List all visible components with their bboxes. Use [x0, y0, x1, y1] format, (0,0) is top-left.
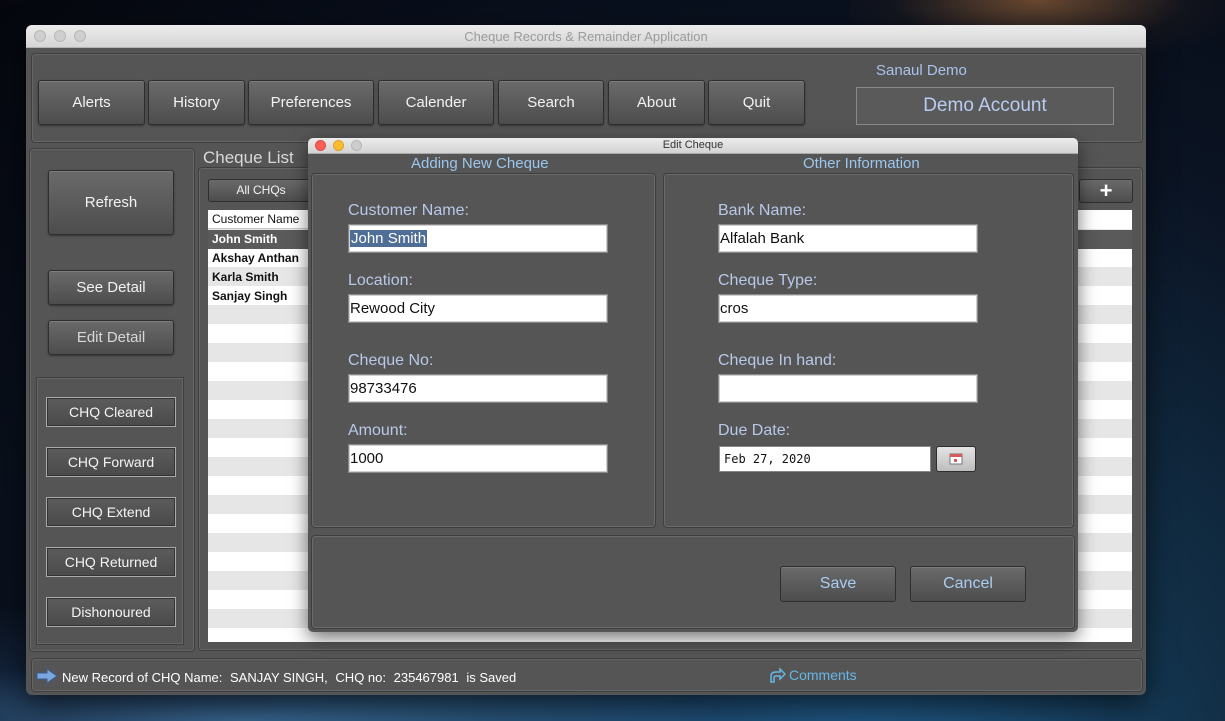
comments-link[interactable]: Comments [768, 667, 857, 685]
quit-label: Quit [742, 94, 771, 111]
dishonoured-button[interactable]: Dishonoured [46, 597, 176, 627]
location-label: Location: [348, 272, 413, 289]
search-label: Search [527, 94, 575, 111]
save-button[interactable]: Save [780, 566, 896, 602]
about-button[interactable]: About [608, 80, 705, 125]
status-cheque-name: SANJAY SINGH, [230, 670, 328, 685]
quit-button[interactable]: Quit [708, 80, 805, 125]
about-label: About [636, 94, 677, 111]
dialog-titlebar: Edit Cheque [308, 138, 1078, 154]
cheque-no-field[interactable]: 98733476 [348, 374, 608, 403]
alerts-label: Alerts [72, 94, 111, 111]
due-date-field[interactable]: Feb 27, 2020 [719, 446, 931, 472]
calendar-icon [949, 453, 963, 465]
status-message-suffix: is Saved [466, 670, 517, 685]
history-label: History [173, 94, 220, 111]
other-information-title: Other Information [803, 155, 920, 172]
amount-label: Amount: [348, 422, 408, 439]
bank-name-field[interactable]: Alfalah Bank [718, 224, 978, 253]
cheque-in-hand-field[interactable] [718, 374, 978, 403]
chq-returned-button[interactable]: CHQ Returned [46, 547, 176, 577]
cheque-list-title: Cheque List [203, 148, 294, 167]
bank-name-label: Bank Name: [718, 202, 807, 219]
location-field[interactable]: Rewood City [348, 294, 608, 323]
window-titlebar: Cheque Records & Remainder Application [26, 25, 1146, 48]
status-chq-label: CHQ no: [335, 670, 386, 685]
chq-cleared-button[interactable]: CHQ Cleared [46, 397, 176, 427]
cheque-in-hand-label: Cheque In hand: [718, 352, 837, 369]
amount-field[interactable]: 1000 [348, 444, 608, 473]
search-button[interactable]: Search [498, 80, 604, 125]
see-detail-label: See Detail [76, 279, 146, 296]
edit-detail-button[interactable]: Edit Detail [48, 320, 174, 355]
customer-name-value: John Smith [350, 230, 428, 247]
cheque-type-field[interactable]: cros [718, 294, 978, 323]
refresh-label: Refresh [84, 194, 138, 211]
account-user-name: Sanaul Demo [876, 62, 967, 79]
chq-forward-button[interactable]: CHQ Forward [46, 447, 176, 477]
adding-new-cheque-title: Adding New Cheque [411, 155, 549, 172]
status-message-prefix: New Record of CHQ Name: [62, 670, 223, 685]
arrow-right-icon [36, 668, 58, 684]
preferences-label: Preferences [270, 94, 352, 111]
account-name-box: Demo Account [856, 87, 1114, 125]
see-detail-button[interactable]: See Detail [48, 270, 174, 305]
column-header-customer-name[interactable]: Customer Name [208, 210, 308, 229]
share-arrow-icon [770, 667, 787, 684]
dialog-title: Edit Cheque [662, 139, 724, 151]
history-button[interactable]: History [148, 80, 245, 125]
chq-extend-button[interactable]: CHQ Extend [46, 497, 176, 527]
date-picker-button[interactable] [936, 446, 976, 472]
edit-detail-label: Edit Detail [76, 329, 146, 346]
all-chqs-filter-button[interactable]: All CHQs [208, 179, 314, 202]
plus-icon: + [1099, 178, 1113, 203]
cheque-type-label: Cheque Type: [718, 272, 818, 289]
refresh-button[interactable]: Refresh [48, 170, 174, 235]
customer-name-label: Customer Name: [348, 202, 469, 219]
comments-label: Comments [789, 667, 857, 683]
status-chq-number: 235467981 [393, 670, 459, 685]
status-message: New Record of CHQ Name: SANJAY SINGH, CH… [62, 670, 516, 685]
due-date-label: Due Date: [718, 422, 791, 439]
cheque-no-label: Cheque No: [348, 352, 434, 369]
preferences-button[interactable]: Preferences [248, 80, 374, 125]
window-title: Cheque Records & Remainder Application [464, 29, 708, 44]
alerts-button[interactable]: Alerts [38, 80, 145, 125]
cancel-button[interactable]: Cancel [910, 566, 1026, 602]
customer-name-field[interactable]: John Smith [348, 224, 608, 253]
edit-cheque-dialog: Edit Cheque Adding New Cheque Other Info… [308, 138, 1078, 632]
calender-button[interactable]: Calender [378, 80, 494, 125]
calender-label: Calender [405, 94, 467, 111]
add-cheque-button[interactable]: + [1079, 179, 1133, 203]
